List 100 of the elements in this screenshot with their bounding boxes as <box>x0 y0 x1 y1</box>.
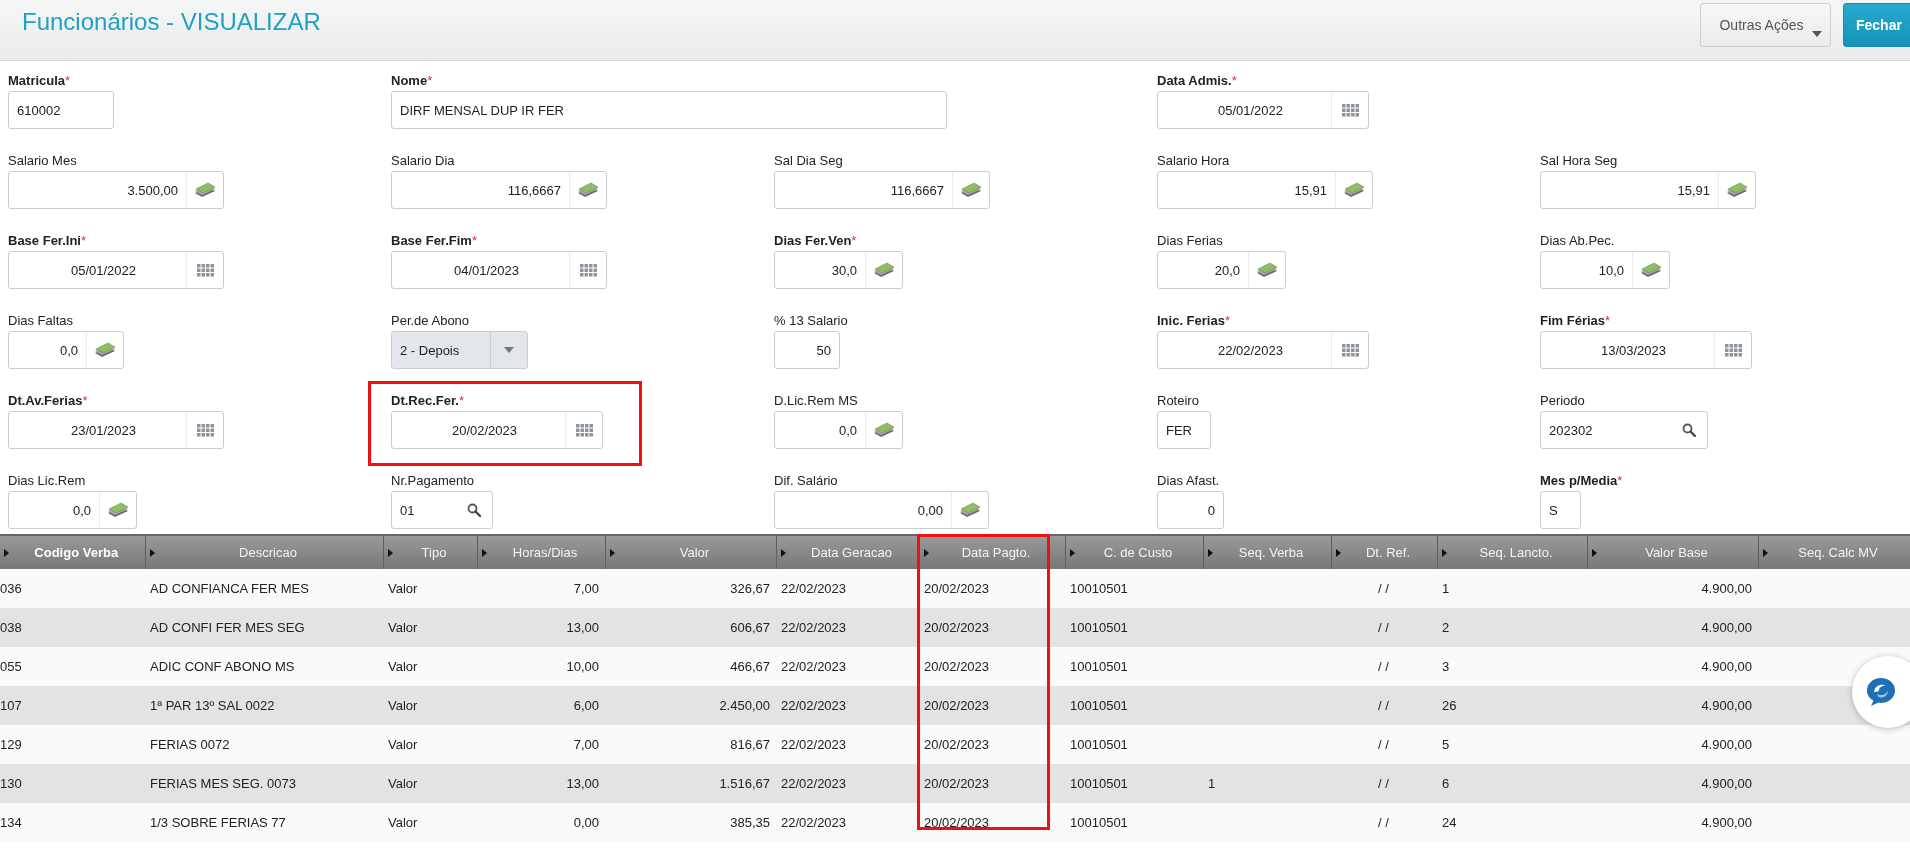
input-field[interactable]: 116,6667 <box>774 171 990 209</box>
table-cell: / / <box>1378 581 1389 596</box>
search-field[interactable]: 202302 <box>1540 411 1708 449</box>
table-cell: Valor <box>388 659 418 674</box>
input-field[interactable]: 0,00 <box>774 491 989 529</box>
table-cell: Valor <box>388 815 418 830</box>
table-cell: / / <box>1378 659 1389 674</box>
table-cell: 22/02/2023 <box>781 815 847 830</box>
field-label: Dias Fer.Ven* <box>774 233 857 248</box>
money-icon <box>1640 262 1662 278</box>
date-field[interactable]: 04/01/2023 <box>391 251 607 289</box>
search-field[interactable]: 01 <box>391 491 493 529</box>
date-field[interactable]: 05/01/2022 <box>8 251 224 289</box>
field-label: Roteiro <box>1157 393 1199 408</box>
column-header[interactable]: Codigo Verba <box>0 535 145 569</box>
table-cell: 20/02/2023 <box>924 620 990 635</box>
money-icon <box>107 502 129 518</box>
table-cell: 22/02/2023 <box>781 620 847 635</box>
input-field[interactable]: 0,0 <box>8 491 137 529</box>
date-field[interactable]: 23/01/2023 <box>8 411 224 449</box>
input-field[interactable]: 20,0 <box>1157 251 1286 289</box>
table-cell: 6,00 <box>573 698 599 713</box>
caret-icon <box>1207 549 1213 557</box>
table-cell: 7,00 <box>573 581 599 596</box>
table-cell: 3 <box>1442 659 1450 674</box>
table-cell: 2.450,00 <box>719 698 770 713</box>
field-label: Sal Dia Seg <box>774 153 843 168</box>
table-cell: 466,67 <box>730 659 770 674</box>
table-cell: 10010501 <box>1070 776 1128 791</box>
input-field[interactable]: 116,6667 <box>391 171 607 209</box>
input-field[interactable]: 15,91 <box>1157 171 1373 209</box>
table-cell: 20/02/2023 <box>924 581 990 596</box>
dropdown[interactable]: 2 - Depois <box>391 331 528 369</box>
table-cell: 1/3 SOBRE FERIAS 77 <box>150 815 286 830</box>
table-cell: AD CONFIANCA FER MES <box>150 581 309 596</box>
table-cell: Valor <box>388 581 418 596</box>
field-label: Base Fer.Fim* <box>391 233 477 248</box>
chat-icon <box>1864 675 1898 709</box>
input-field[interactable]: 610002 <box>8 91 114 129</box>
table-cell: 134 <box>0 815 22 830</box>
input-field[interactable]: S <box>1540 491 1581 529</box>
input-field[interactable]: 0 <box>1157 491 1224 529</box>
table-cell: 10010501 <box>1070 581 1128 596</box>
table-cell: 4.900,00 <box>1701 737 1752 752</box>
money-icon <box>873 262 895 278</box>
calendar-icon <box>196 423 214 437</box>
table-cell: ADIC CONF ABONO MS <box>150 659 295 674</box>
input-field[interactable]: 30,0 <box>774 251 903 289</box>
table-cell: 22/02/2023 <box>781 737 847 752</box>
date-field[interactable]: 13/03/2023 <box>1540 331 1752 369</box>
table-cell: 385,35 <box>730 815 770 830</box>
money-icon <box>1726 182 1748 198</box>
field-label: Nome* <box>391 73 433 88</box>
money-icon <box>873 422 895 438</box>
table-cell: 0,00 <box>573 815 599 830</box>
table-cell: 10,00 <box>566 659 599 674</box>
table-cell: Valor <box>388 620 418 635</box>
table-cell: 326,67 <box>730 581 770 596</box>
field-label: Dias Lic.Rem <box>8 473 86 488</box>
table-cell: 22/02/2023 <box>781 698 847 713</box>
table-cell: 129 <box>0 737 22 752</box>
field-label: Salario Hora <box>1157 153 1230 168</box>
input-field[interactable]: 15,91 <box>1540 171 1756 209</box>
table-cell: 10010501 <box>1070 698 1128 713</box>
caret-icon <box>1591 549 1597 557</box>
date-field[interactable]: 05/01/2022 <box>1157 91 1369 129</box>
caret-icon <box>1441 549 1447 557</box>
table-cell: 1ª PAR 13º SAL 0022 <box>150 698 275 713</box>
table-cell: 20/02/2023 <box>924 698 990 713</box>
search-icon <box>467 503 481 517</box>
date-field[interactable]: 22/02/2023 <box>1157 331 1369 369</box>
field-label: Data Admis.* <box>1157 73 1237 88</box>
table-cell: Valor <box>388 698 418 713</box>
caret-icon <box>1069 549 1075 557</box>
field-label: Mes p/Media* <box>1540 473 1623 488</box>
money-icon <box>960 182 982 198</box>
field-label: Dias Ferias <box>1157 233 1223 248</box>
table-cell: 107 <box>0 698 22 713</box>
table-cell: 1 <box>1208 776 1216 791</box>
table-cell: 1 <box>1442 581 1450 596</box>
table-cell: 4.900,00 <box>1701 698 1752 713</box>
input-field[interactable]: 0,0 <box>8 331 124 369</box>
table-cell: 20/02/2023 <box>924 776 990 791</box>
date-field[interactable]: 20/02/2023 <box>391 411 603 449</box>
more-actions-button[interactable]: Outras Ações <box>1700 3 1831 47</box>
table-cell: FERIAS MES SEG. 0073 <box>150 776 296 791</box>
table-cell: 7,00 <box>573 737 599 752</box>
caret-icon <box>4 549 9 557</box>
table-cell: 22/02/2023 <box>781 581 847 596</box>
table-cell: 6 <box>1442 776 1450 791</box>
table-cell: / / <box>1378 815 1389 830</box>
table-cell: 10010501 <box>1070 620 1128 635</box>
input-field[interactable]: 50 <box>774 331 840 369</box>
input-field[interactable]: 10,0 <box>1540 251 1670 289</box>
input-field[interactable]: 3.500,00 <box>8 171 224 209</box>
input-field[interactable]: FER <box>1157 411 1211 449</box>
table-cell: 13,00 <box>566 620 599 635</box>
caret-icon <box>609 549 615 557</box>
input-field[interactable]: 0,0 <box>774 411 903 449</box>
input-field[interactable]: DIRF MENSAL DUP IR FER <box>391 91 947 129</box>
